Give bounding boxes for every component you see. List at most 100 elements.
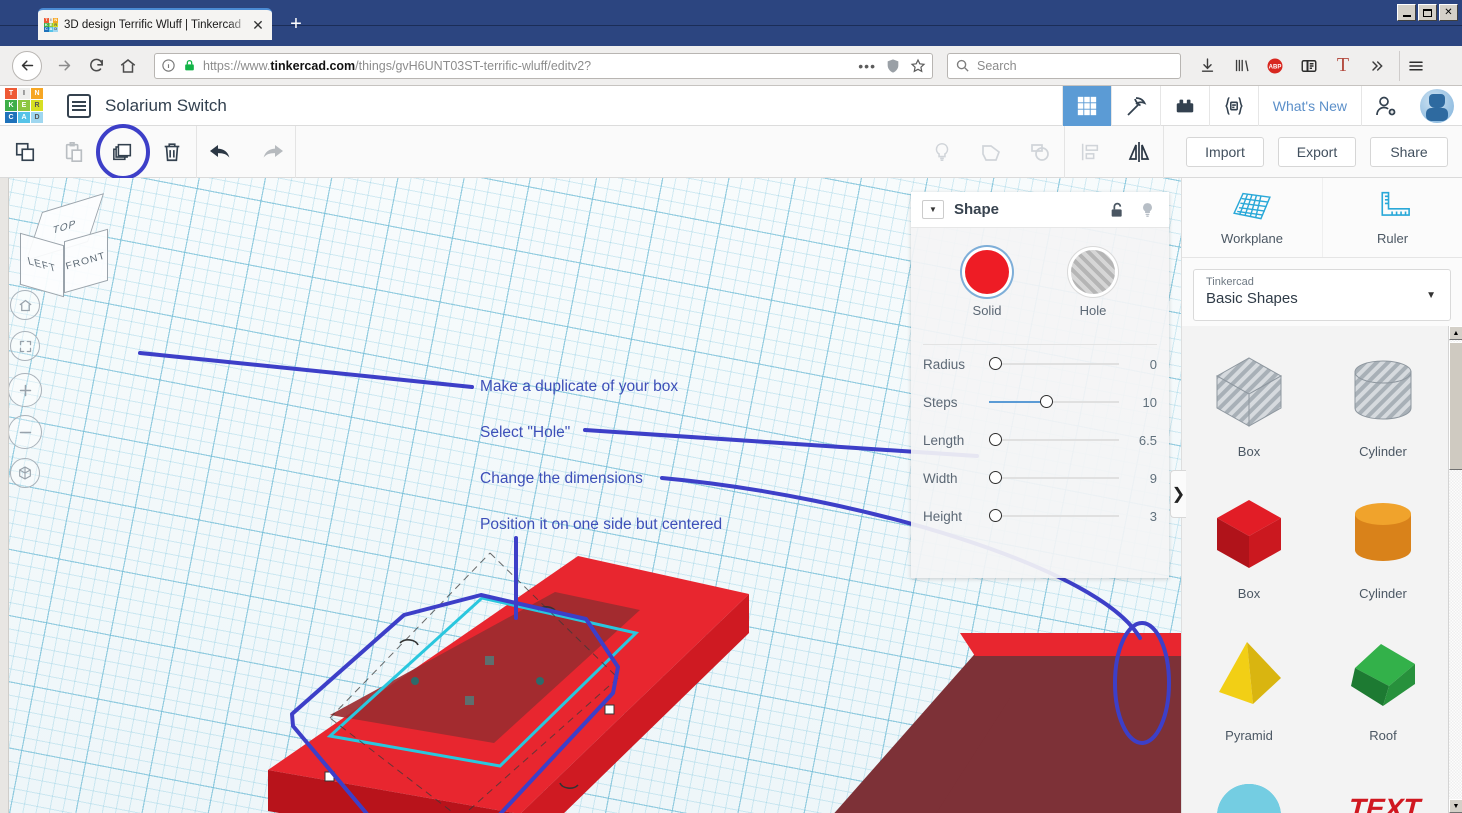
zoom-out-button[interactable] [8, 415, 42, 449]
pickaxe-icon[interactable] [1110, 85, 1160, 126]
codeblocks-icon[interactable] [1208, 85, 1258, 126]
shape-item-box-hatched[interactable]: Box [1182, 336, 1316, 478]
zoom-in-button[interactable] [8, 373, 42, 407]
delete-icon[interactable] [147, 126, 196, 178]
panel-collapse-tab[interactable]: ❯ [1170, 470, 1186, 518]
downloads-icon[interactable] [1191, 51, 1223, 81]
shape-item-cylinder-hatched[interactable]: Cylinder [1316, 336, 1450, 478]
design-title[interactable]: Solarium Switch [105, 96, 1062, 116]
scroll-up-button[interactable]: ▲ [1449, 326, 1462, 340]
mirror-icon[interactable] [1114, 126, 1163, 178]
slider-radius[interactable]: Radius 0 [911, 345, 1169, 383]
solid-swatch[interactable] [965, 250, 1009, 294]
home-view-button[interactable] [10, 290, 40, 320]
shape-item-text-red[interactable]: TEXT [1316, 762, 1450, 813]
scroll-thumb[interactable] [1449, 342, 1462, 470]
sidebar-scrollbar[interactable]: ▲ ▼ [1448, 326, 1462, 813]
tinkercad-logo-icon[interactable]: TIN KER CAD [5, 87, 45, 124]
reload-button[interactable] [80, 51, 112, 81]
hamburger-menu-icon[interactable] [1399, 50, 1431, 81]
slider-steps[interactable]: Steps 10 [911, 383, 1169, 421]
slider-height[interactable]: Height 3 [911, 497, 1169, 535]
library-icon[interactable] [1225, 51, 1257, 81]
search-bar[interactable]: Search [947, 52, 1181, 79]
new-tab-button[interactable]: + [285, 14, 307, 36]
share-button[interactable]: Share [1370, 136, 1448, 167]
reader-view-icon[interactable] [1293, 51, 1325, 81]
light-bulb-icon[interactable] [1136, 199, 1158, 221]
steps-value: 10 [1142, 394, 1157, 410]
address-bar-icons: ••• [858, 58, 926, 74]
view-cube[interactable]: TOP LEFT FRONT [18, 193, 114, 299]
library-group: Tinkercad [1206, 276, 1254, 288]
tab-close-icon[interactable]: ✕ [250, 17, 266, 34]
import-button[interactable]: Import [1186, 136, 1264, 167]
shape-item-sphere-cyan[interactable] [1182, 762, 1316, 813]
paste-icon[interactable] [49, 126, 98, 178]
annotation-4: Position it on one side but centered [480, 516, 723, 533]
slider-width[interactable]: Width 9 [911, 459, 1169, 497]
height-track[interactable] [989, 509, 1123, 523]
user-avatar[interactable] [1420, 88, 1454, 123]
blocks-icon[interactable] [1159, 85, 1209, 126]
ungroup-icon[interactable] [1015, 126, 1064, 178]
hole-swatch[interactable] [1071, 250, 1115, 294]
solid-mode-option[interactable]: Solid [965, 250, 1009, 318]
width-label: Width [923, 470, 958, 486]
forward-button[interactable] [48, 51, 80, 81]
shape-panel-collapse-button[interactable]: ▼ [922, 200, 944, 219]
width-track[interactable] [989, 471, 1123, 485]
box-hatched-icon [1215, 357, 1283, 427]
height-value: 3 [1149, 508, 1157, 524]
shape-library-select[interactable]: Tinkercad Basic Shapes ▼ [1193, 269, 1451, 321]
ruler-tool[interactable]: Ruler [1322, 178, 1462, 257]
viewport-left-edge [0, 178, 9, 813]
workplane-tool[interactable]: Workplane [1182, 178, 1322, 257]
overflow-chevrons-icon[interactable] [1361, 51, 1393, 81]
tab-title: 3D design Terrific Wluff | Tinkercad [64, 19, 242, 31]
steps-label: Steps [923, 394, 958, 410]
scroll-down-button[interactable]: ▼ [1449, 799, 1462, 813]
steps-track[interactable] [989, 395, 1123, 409]
minimize-button[interactable] [1397, 4, 1416, 21]
add-user-icon[interactable] [1361, 85, 1410, 126]
shape-label: Cylinder [1359, 586, 1407, 601]
back-button[interactable] [12, 50, 42, 81]
undo-icon[interactable] [197, 126, 246, 178]
copy-icon[interactable] [0, 126, 49, 178]
export-button[interactable]: Export [1278, 136, 1356, 167]
address-bar[interactable]: https://www.tinkercad.com/things/gvH6UNT… [154, 52, 933, 79]
browser-tab[interactable]: TIN KER CAD 3D design Terrific Wluff | T… [38, 8, 272, 40]
design-list-icon[interactable] [67, 93, 91, 118]
radius-track[interactable] [989, 357, 1123, 371]
maximize-button[interactable] [1418, 4, 1437, 21]
grid-icon[interactable] [1061, 85, 1111, 126]
page-actions-icon[interactable]: ••• [858, 58, 876, 74]
align-icon[interactable] [1065, 126, 1114, 178]
shape-item-cylinder-orange[interactable]: Cylinder [1316, 478, 1450, 620]
star-icon[interactable] [910, 58, 926, 74]
text-tool-icon[interactable]: T [1327, 51, 1359, 81]
unlocked-padlock-icon[interactable] [1106, 199, 1128, 221]
shape-library-grid[interactable]: Box Cylinder Box Cylinder Pyramid Roof T… [1182, 326, 1450, 813]
adblock-icon[interactable]: ABP [1259, 51, 1291, 81]
redo-icon[interactable] [246, 126, 295, 178]
light-bulb-icon[interactable] [917, 126, 966, 178]
view-cube-front[interactable]: FRONT [64, 228, 108, 294]
height-label: Height [923, 508, 963, 524]
annotation-3: Change the dimensions [480, 470, 643, 487]
whats-new-link[interactable]: What's New [1257, 85, 1361, 126]
length-track[interactable] [989, 433, 1123, 447]
fit-to-view-button[interactable] [10, 331, 40, 361]
ortho-perspective-button[interactable] [10, 458, 40, 488]
shape-item-roof-green[interactable]: Roof [1316, 620, 1450, 762]
close-button[interactable]: ✕ [1439, 4, 1458, 21]
duplicate-icon[interactable] [96, 123, 150, 180]
hole-mode-option[interactable]: Hole [1071, 250, 1115, 318]
slider-length[interactable]: Length 6.5 [911, 421, 1169, 459]
shape-item-box-red[interactable]: Box [1182, 478, 1316, 620]
shape-item-pyramid-yellow[interactable]: Pyramid [1182, 620, 1316, 762]
home-button[interactable] [112, 51, 144, 81]
group-icon[interactable] [966, 126, 1015, 178]
shield-icon[interactable] [885, 58, 901, 74]
